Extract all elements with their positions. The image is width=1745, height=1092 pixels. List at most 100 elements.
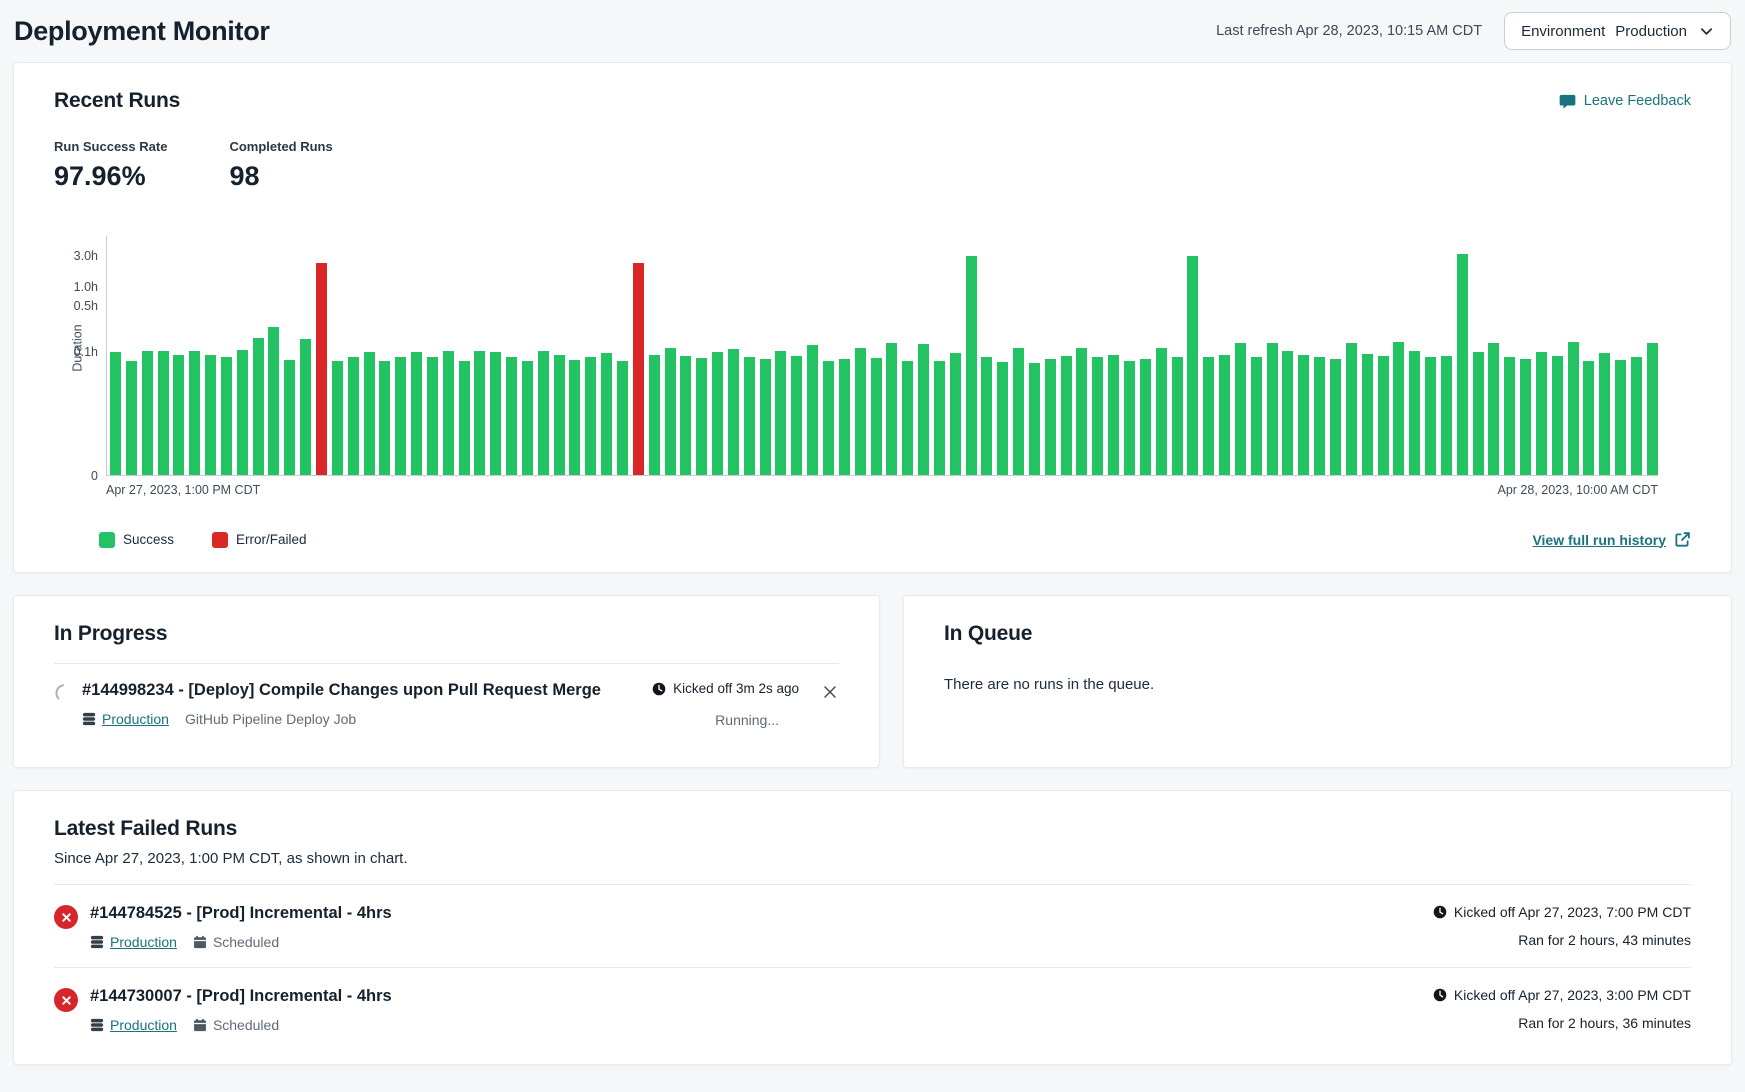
chart-bar-success[interactable]: [1045, 359, 1056, 475]
production-env-link[interactable]: Production: [110, 1017, 177, 1033]
chart-bar-success[interactable]: [728, 349, 739, 475]
chart-bar-success[interactable]: [807, 345, 818, 475]
chart-bar-success[interactable]: [1140, 359, 1151, 475]
chart-bar-success[interactable]: [1061, 356, 1072, 475]
chart-bar-success[interactable]: [1504, 357, 1515, 475]
chart-bar-success[interactable]: [649, 355, 660, 475]
chart-bar-success[interactable]: [300, 339, 311, 475]
chart-bar-success[interactable]: [1108, 355, 1119, 475]
chart-bar-success[interactable]: [1393, 342, 1404, 475]
environment-dropdown[interactable]: Environment Production: [1504, 12, 1731, 50]
chart-bar-success[interactable]: [1013, 348, 1024, 475]
chart-bar-success[interactable]: [1076, 348, 1087, 475]
chart-bar-success[interactable]: [158, 351, 169, 475]
chart-bar-success[interactable]: [538, 351, 549, 476]
chart-bar-success[interactable]: [997, 362, 1008, 475]
chart-bar-success[interactable]: [1536, 352, 1547, 475]
chart-bar-success[interactable]: [1473, 352, 1484, 475]
chart-bar-success[interactable]: [1631, 357, 1642, 475]
chart-bar-success[interactable]: [1520, 359, 1531, 475]
chart-bar-success[interactable]: [332, 361, 343, 476]
chart-bar-success[interactable]: [189, 351, 200, 476]
chart-bar-success[interactable]: [1124, 361, 1135, 475]
chart-bar-success[interactable]: [411, 352, 422, 475]
view-full-run-history-link[interactable]: View full run history: [1532, 531, 1691, 548]
chart-bar-success[interactable]: [205, 355, 216, 475]
chart-bar-success[interactable]: [253, 338, 264, 475]
chart-bar-success[interactable]: [443, 351, 454, 476]
chart-bar-success[interactable]: [1568, 342, 1579, 475]
chart-bar-success[interactable]: [1172, 357, 1183, 475]
chart-bar-success[interactable]: [680, 356, 691, 475]
chart-bar-success[interactable]: [1203, 357, 1214, 475]
chart-bar-success[interactable]: [823, 361, 834, 475]
chart-bar-failed[interactable]: [316, 263, 327, 475]
chart-bar-success[interactable]: [1378, 356, 1389, 475]
production-env-link[interactable]: Production: [102, 711, 169, 727]
chart-bar-success[interactable]: [696, 358, 707, 475]
dismiss-run-button[interactable]: [821, 683, 839, 701]
chart-bar-success[interactable]: [918, 344, 929, 475]
chart-bar-success[interactable]: [712, 352, 723, 475]
chart-bar-success[interactable]: [459, 361, 470, 476]
chart-bar-success[interactable]: [1029, 363, 1040, 475]
chart-bar-success[interactable]: [474, 351, 485, 476]
chart-bar-success[interactable]: [1330, 359, 1341, 475]
chart-bar-success[interactable]: [665, 348, 676, 475]
chart-bar-success[interactable]: [522, 361, 533, 476]
chart-bar-success[interactable]: [871, 358, 882, 475]
chart-bar-success[interactable]: [1552, 356, 1563, 475]
chart-bar-success[interactable]: [744, 357, 755, 475]
chart-bar-success[interactable]: [364, 352, 375, 475]
chart-bar-success[interactable]: [1298, 355, 1309, 475]
chart-bar-success[interactable]: [1599, 353, 1610, 475]
chart-bar-success[interactable]: [855, 348, 866, 475]
chart-bar-success[interactable]: [1425, 357, 1436, 475]
chart-bar-success[interactable]: [760, 359, 771, 475]
chart-bar-success[interactable]: [1457, 254, 1468, 475]
chart-bar-success[interactable]: [981, 357, 992, 475]
chart-bar-success[interactable]: [1441, 356, 1452, 475]
chart-bar-success[interactable]: [1187, 256, 1198, 475]
chart-bar-success[interactable]: [1235, 343, 1246, 475]
chart-bar-success[interactable]: [1647, 343, 1658, 475]
leave-feedback-link[interactable]: Leave Feedback: [1559, 93, 1691, 110]
chart-bar-success[interactable]: [427, 357, 438, 475]
chart-bar-success[interactable]: [1282, 351, 1293, 476]
chart-bar-success[interactable]: [1314, 357, 1325, 475]
chart-bar-success[interactable]: [126, 361, 137, 476]
chart-bar-success[interactable]: [1092, 357, 1103, 475]
chart-bar-success[interactable]: [379, 361, 390, 476]
chart-bar-success[interactable]: [791, 356, 802, 475]
chart-bar-success[interactable]: [569, 360, 580, 475]
chart-bar-success[interactable]: [221, 357, 232, 475]
chart-bar-success[interactable]: [617, 361, 628, 476]
chart-bar-success[interactable]: [775, 351, 786, 475]
chart-bar-success[interactable]: [1488, 343, 1499, 475]
chart-bar-success[interactable]: [268, 327, 279, 475]
chart-bar-success[interactable]: [348, 357, 359, 475]
chart-bar-success[interactable]: [1615, 360, 1626, 475]
chart-bar-success[interactable]: [395, 357, 406, 475]
chart-bar-success[interactable]: [1219, 355, 1230, 475]
chart-bar-success[interactable]: [1251, 357, 1262, 475]
chart-bar-success[interactable]: [110, 352, 121, 475]
chart-bar-success[interactable]: [284, 360, 295, 475]
chart-bar-success[interactable]: [1267, 343, 1278, 475]
chart-bar-success[interactable]: [585, 357, 596, 475]
chart-bar-success[interactable]: [1156, 348, 1167, 475]
chart-bar-success[interactable]: [490, 352, 501, 475]
chart-bar-success[interactable]: [506, 357, 517, 475]
chart-bar-success[interactable]: [934, 361, 945, 476]
chart-bar-success[interactable]: [839, 359, 850, 475]
chart-bar-success[interactable]: [1409, 351, 1420, 476]
chart-bar-failed[interactable]: [633, 263, 644, 475]
chart-bar-success[interactable]: [1346, 343, 1357, 475]
chart-bar-success[interactable]: [902, 361, 913, 475]
chart-bar-success[interactable]: [237, 350, 248, 475]
chart-bar-success[interactable]: [1583, 361, 1594, 475]
chart-bar-success[interactable]: [601, 353, 612, 475]
chart-bar-success[interactable]: [142, 351, 153, 476]
chart-bar-success[interactable]: [1362, 354, 1373, 475]
production-env-link[interactable]: Production: [110, 934, 177, 950]
